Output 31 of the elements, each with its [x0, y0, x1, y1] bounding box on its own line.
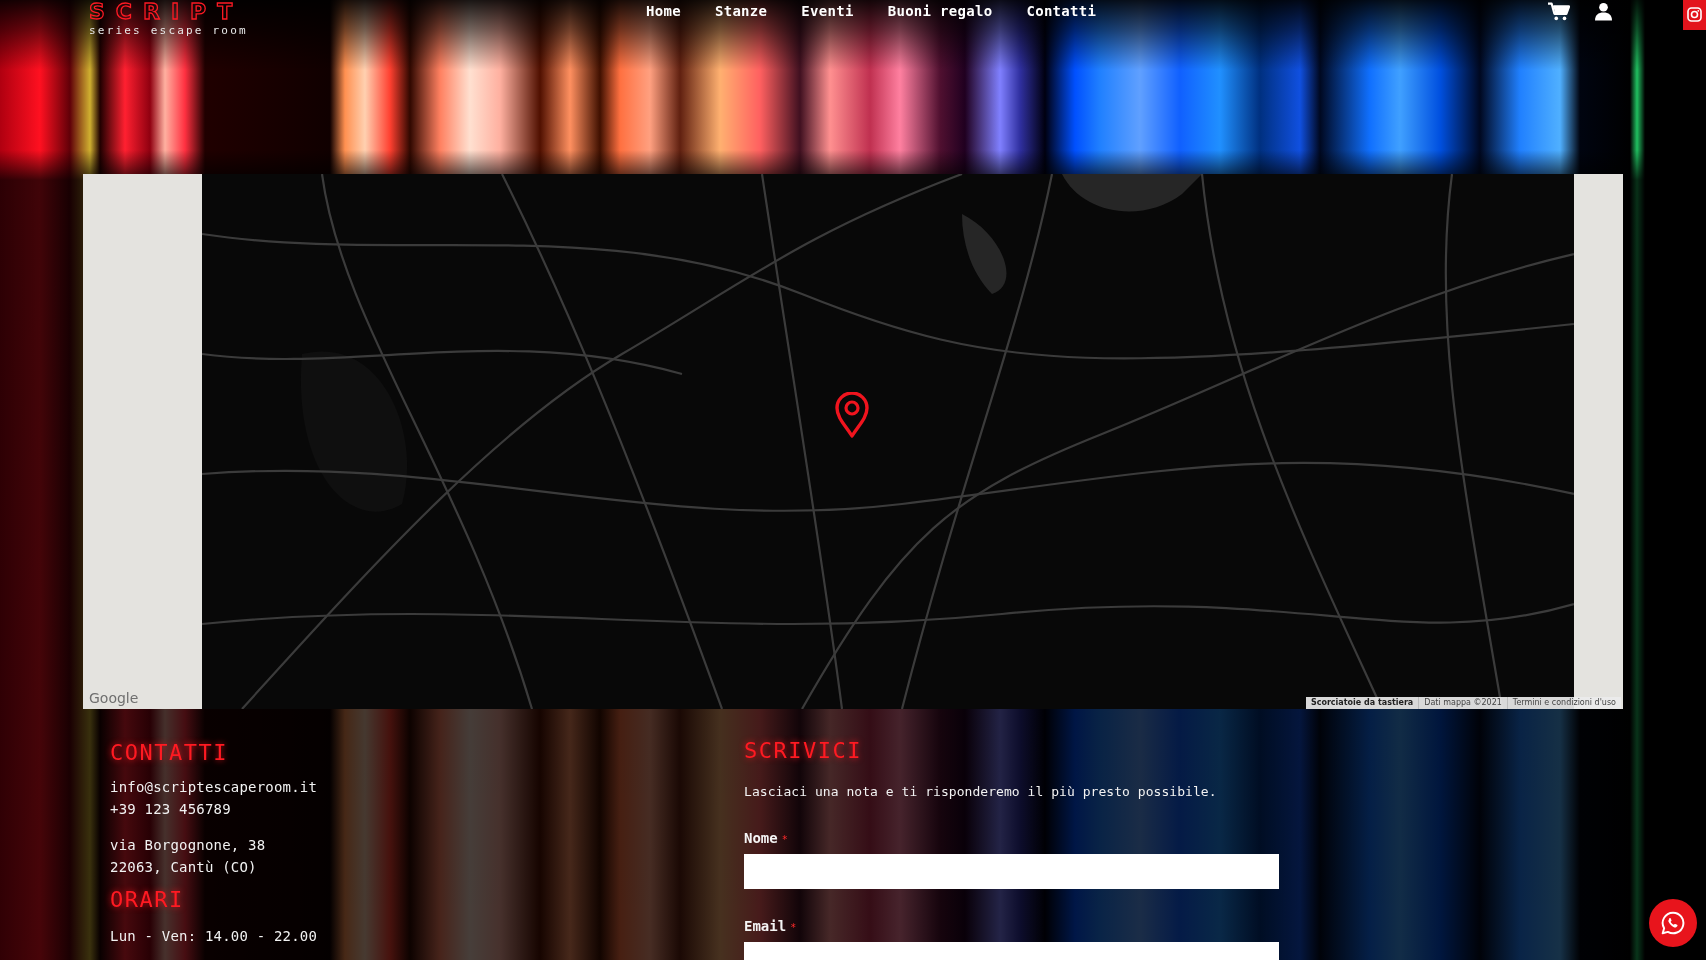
- nav-link[interactable]: Buoni regalo: [887, 2, 993, 20]
- map-pin-icon[interactable]: [834, 392, 870, 438]
- email-link[interactable]: info@scriptescaperoom.it: [110, 776, 318, 798]
- map-attribution-link[interactable]: Dati mappa ©2021: [1418, 697, 1507, 709]
- address-line: via Borgognone, 38: [110, 836, 266, 855]
- form-intro: Lasciaci una nota e ti risponderemo il più presto possibile.: [744, 783, 1217, 801]
- required-mark: *: [790, 922, 797, 934]
- field-label: Email: [744, 917, 787, 936]
- form-heading: SCRIVICI: [744, 737, 862, 765]
- nav-link[interactable]: Home: [646, 2, 681, 20]
- nav-link[interactable]: Stanze: [714, 2, 768, 20]
- map-attribution-link[interactable]: Termini e condizioni d'uso: [1506, 697, 1621, 709]
- contacts-heading: CONTATTI: [110, 739, 228, 767]
- map-attribution-link[interactable]: Scorciatoie da tastiera: [1305, 697, 1419, 709]
- phone-bubble-icon: [1660, 910, 1686, 936]
- cart-icon[interactable]: [1548, 2, 1570, 21]
- hours-heading: ORARI: [110, 886, 184, 914]
- nav-link[interactable]: Eventi: [801, 2, 854, 20]
- nav-link[interactable]: Contatti: [1026, 2, 1097, 20]
- required-mark: *: [781, 834, 788, 846]
- instagram-icon[interactable]: [1683, 0, 1706, 30]
- address-line: 22063, Cantù (CO): [110, 858, 257, 877]
- logo-wordmark[interactable]: SCRIPT: [89, 0, 244, 24]
- logo-tagline: series escape room: [89, 24, 248, 38]
- map-logo: Google: [89, 689, 139, 707]
- chat-button[interactable]: [1649, 899, 1697, 947]
- hours-line: Lun - Ven: 14.00 - 22.00: [110, 927, 318, 946]
- field-label: Nome: [744, 829, 778, 848]
- phone-number: +39 123 456789: [110, 800, 231, 819]
- text-input[interactable]: [744, 854, 1279, 889]
- user-icon[interactable]: [1595, 2, 1612, 21]
